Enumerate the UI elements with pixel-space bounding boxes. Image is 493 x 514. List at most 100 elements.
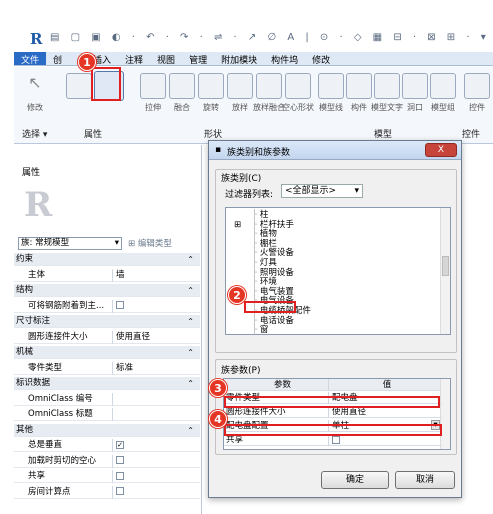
- property-label: 房间计算点: [28, 486, 71, 497]
- property-row[interactable]: 房间计算点: [14, 485, 200, 499]
- tab-modify[interactable]: 修改: [305, 52, 337, 66]
- property-label: 可将钢筋附着到主...: [28, 300, 105, 311]
- category-item[interactable]: ├ 灯具: [252, 258, 277, 268]
- dialog-title: 族类别和族参数: [227, 148, 291, 158]
- checkbox[interactable]: [116, 301, 124, 309]
- tree-line-icon: ├: [252, 229, 260, 240]
- property-row[interactable]: OmniClass 标题: [14, 408, 200, 421]
- model-group-icon: [430, 73, 456, 99]
- collapse-icon[interactable]: ⌃: [187, 253, 194, 266]
- tab-annotate[interactable]: 注释: [118, 52, 150, 66]
- property-value[interactable]: 使用直径: [112, 330, 200, 344]
- quick-access-toolbar[interactable]: ▤ ▢ ▣ ◐ · ↶ · ↷ · ⇌ · ↗ ∅ A | ⊙ · ◇ ▦ ⊟ …: [50, 32, 490, 43]
- property-label: 约束: [16, 254, 34, 264]
- modify-button[interactable]: ↖ 修改: [18, 73, 52, 113]
- property-label: 结构: [16, 285, 34, 295]
- property-section-header[interactable]: 其他 ⌃: [14, 423, 200, 437]
- void-forms-button[interactable]: 空心形状: [281, 73, 315, 113]
- filter-label: 过滤器列表:: [225, 190, 274, 200]
- checkbox[interactable]: [116, 456, 124, 464]
- revit-logo[interactable]: R: [30, 30, 42, 48]
- properties-title: 属性: [22, 168, 41, 178]
- edit-type-icon: ⊞: [128, 239, 138, 249]
- property-row[interactable]: 主体 墙: [14, 268, 200, 282]
- tab-addins[interactable]: 附加模块: [214, 52, 264, 66]
- category-label: 火警设备: [259, 248, 294, 259]
- category-tree[interactable]: ├ 柱 ├ 栏杆扶手 ├ 植物 ├ 棚栏 ├ 火警设备 ├ 灯具 ├ 照明设备 ├ 环境 ├ 电…: [225, 207, 451, 335]
- property-row[interactable]: 零件类型 标准: [14, 361, 200, 375]
- collapse-icon[interactable]: ⌃: [187, 346, 194, 359]
- family-preview-icon: R: [24, 185, 53, 225]
- tree-scrollbar[interactable]: [440, 208, 450, 334]
- property-row[interactable]: 可将钢筋附着到主...: [14, 299, 200, 313]
- property-value[interactable]: [112, 408, 200, 421]
- property-section-header[interactable]: 标识数据 ⌃: [14, 377, 200, 390]
- category-item[interactable]: ├ 环境: [252, 277, 277, 287]
- property-value[interactable]: 标准: [112, 361, 200, 375]
- group-forms: 形状: [204, 130, 223, 140]
- tab-file[interactable]: 文件: [14, 52, 47, 66]
- property-value[interactable]: [112, 485, 200, 499]
- family-type-selector[interactable]: 族: 常规模型 ▾: [18, 237, 122, 250]
- tree-line-icon: ├: [252, 210, 260, 220]
- tab-manage[interactable]: 管理: [182, 52, 214, 66]
- expand-icon[interactable]: ⊞: [234, 220, 241, 230]
- checkbox[interactable]: [116, 487, 124, 495]
- filter-dropdown[interactable]: <全部显示> ▾: [281, 184, 363, 198]
- model-text-icon: [374, 73, 400, 99]
- tab-component-dock[interactable]: 构件坞: [264, 52, 305, 66]
- highlight-part-type: [224, 396, 440, 408]
- category-label: 环境: [259, 277, 277, 288]
- property-value[interactable]: [112, 454, 200, 468]
- property-row[interactable]: OmniClass 编号: [14, 392, 200, 406]
- property-value[interactable]: 墙: [112, 268, 200, 282]
- property-section-header[interactable]: 约束 ⌃: [14, 253, 200, 266]
- control-button[interactable]: 控件: [460, 73, 493, 113]
- model-group-button[interactable]: 模型组: [426, 73, 460, 113]
- tab-view[interactable]: 视图: [150, 52, 182, 66]
- ok-button[interactable]: 确定: [321, 471, 389, 489]
- params-table: 参数值 零件类型 配电盘 圆形连接件大小 使用直径 配电盘配置 单柱 ▾ 共享: [223, 378, 451, 450]
- blend-icon: [169, 73, 195, 99]
- group-select[interactable]: 选择 ▾: [22, 127, 47, 140]
- property-section-header[interactable]: 机械 ⌃: [14, 346, 200, 359]
- tree-line-icon: ├: [252, 325, 260, 335]
- property-section-header[interactable]: 结构 ⌃: [14, 284, 200, 297]
- cancel-button[interactable]: 取消: [395, 471, 455, 489]
- category-item[interactable]: ├ 柱: [252, 210, 268, 220]
- scroll-thumb[interactable]: [442, 256, 449, 276]
- tree-line-icon: ├: [252, 248, 260, 259]
- collapse-icon[interactable]: ⌃: [187, 315, 194, 328]
- property-section-header[interactable]: 尺寸标注 ⌃: [14, 315, 200, 328]
- dialog-titlebar[interactable]: ▪ 族类别和族参数 X: [209, 141, 461, 160]
- ribbon-panel: ↖ 修改 拉伸 融合 旋转 放样 放样融合 空心形状 模型线 构件 模型文字 洞口…: [14, 67, 493, 144]
- param-value-text: 使用直径: [332, 407, 367, 417]
- collapse-icon[interactable]: ⌃: [187, 377, 194, 390]
- category-item[interactable]: ├ 植物: [252, 229, 277, 239]
- family-category-dialog: ▪ 族类别和族参数 X 族类别(C) 过滤器列表: <全部显示> ▾ ├ 柱 ├ 栏…: [208, 140, 462, 498]
- collapse-icon[interactable]: ⌃: [187, 284, 194, 297]
- checkbox[interactable]: [116, 471, 124, 480]
- property-value[interactable]: ✓: [112, 439, 200, 452]
- params-group-label: 族参数(P): [221, 366, 261, 376]
- category-item[interactable]: ├ 窗: [252, 325, 268, 335]
- swept-blend-icon: [256, 73, 282, 99]
- property-value[interactable]: [112, 470, 200, 483]
- property-value[interactable]: [112, 392, 200, 406]
- checkbox[interactable]: ✓: [116, 440, 124, 449]
- property-row[interactable]: 加载时剪切的空心: [14, 454, 200, 468]
- close-button[interactable]: X: [425, 143, 457, 157]
- params-header: 参数值: [224, 379, 442, 391]
- checkbox[interactable]: [332, 435, 340, 444]
- property-row[interactable]: 共享: [14, 470, 200, 483]
- collapse-icon[interactable]: ⌃: [187, 424, 194, 437]
- step-badge-1: 1: [78, 53, 96, 71]
- revolve-icon: [198, 73, 224, 99]
- step-badge-4: 4: [209, 410, 227, 428]
- property-row[interactable]: 圆形连接件大小 使用直径: [14, 330, 200, 344]
- edit-type-button[interactable]: ⊞ 编辑类型: [128, 237, 172, 249]
- category-item[interactable]: ├ 火警设备: [252, 248, 294, 258]
- property-value[interactable]: [112, 299, 200, 313]
- property-row[interactable]: 总是垂直 ✓: [14, 439, 200, 452]
- cursor-icon: ↖: [28, 73, 42, 92]
